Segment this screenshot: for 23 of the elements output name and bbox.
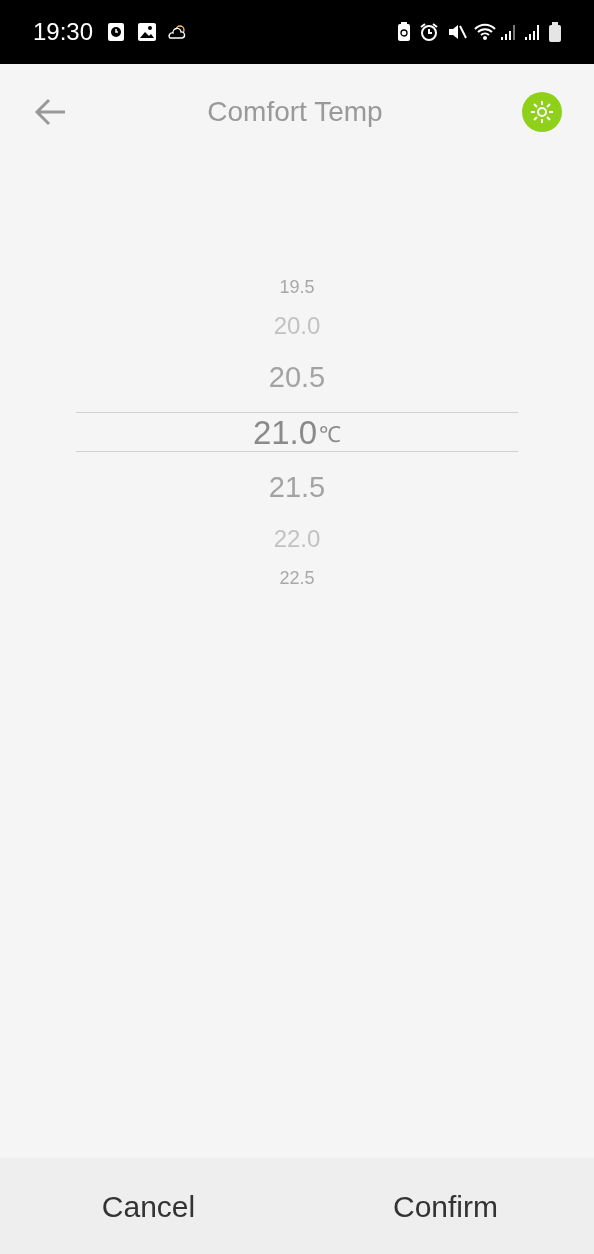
battery-icon [549, 22, 561, 42]
selected-value[interactable]: 21.0 [252, 415, 318, 449]
wifi-icon [473, 22, 497, 42]
unit-label: ℃ [319, 424, 342, 446]
weather-icon [167, 24, 188, 40]
alarm-icon [419, 22, 439, 42]
signal-icon [499, 22, 517, 42]
signal-icon [523, 22, 541, 42]
sun-icon [529, 99, 555, 125]
picker-value[interactable]: 20.5 [268, 362, 326, 392]
picker-value[interactable]: 22.5 [279, 568, 315, 587]
status-time: 19:30 [33, 17, 94, 47]
battery-saver-icon [397, 22, 411, 42]
clock-app-icon [107, 22, 126, 42]
page-title: Comfort Temp [206, 95, 384, 129]
confirm-button[interactable]: Confirm [297, 1158, 594, 1254]
picker-value[interactable]: 19.5 [279, 277, 315, 296]
brightness-button[interactable] [522, 92, 562, 132]
back-arrow-icon [33, 97, 67, 127]
cancel-button[interactable]: Cancel [0, 1158, 297, 1254]
image-icon [137, 22, 158, 42]
picker-value[interactable]: 21.5 [268, 472, 326, 502]
mute-icon [447, 22, 467, 42]
